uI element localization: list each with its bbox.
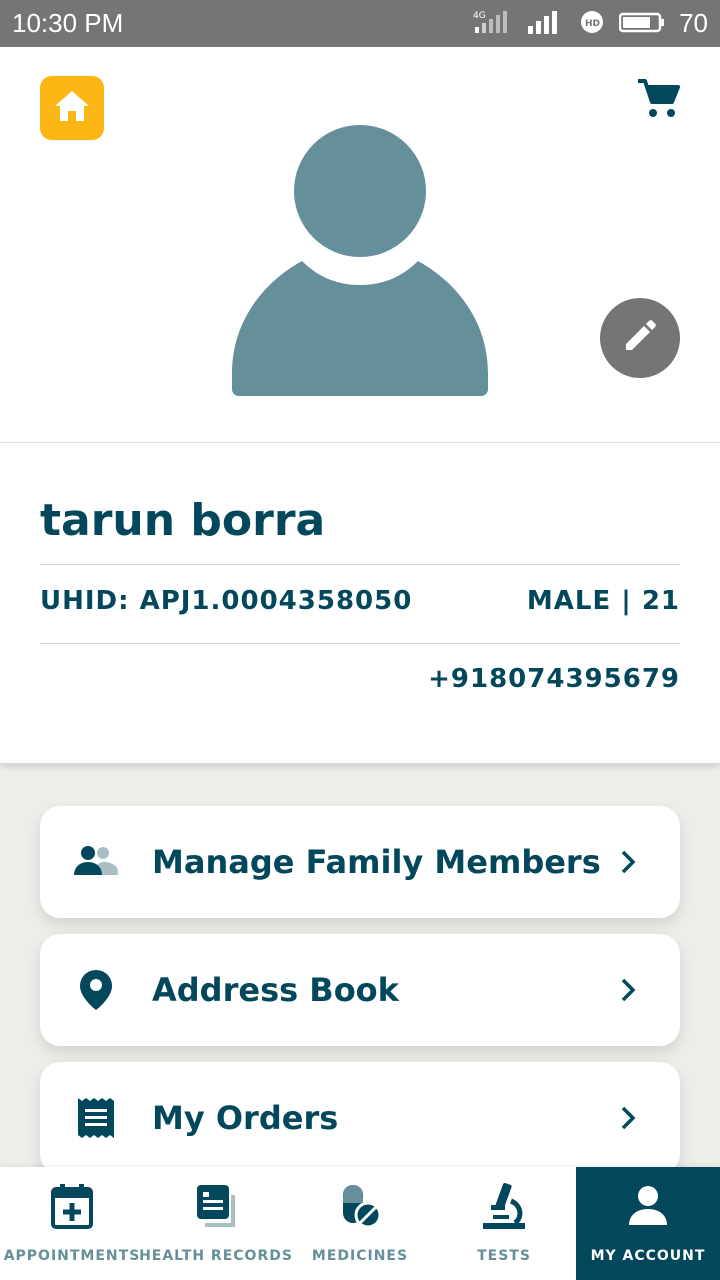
gender-age-text: MALE | 21 xyxy=(526,586,680,616)
microscope-icon xyxy=(479,1181,529,1231)
profile-name: tarun borra xyxy=(40,495,326,546)
menu-item-my-orders[interactable]: My Orders xyxy=(40,1062,680,1174)
menu-item-label: My Orders xyxy=(152,1099,339,1137)
location-pin-icon xyxy=(40,969,152,1011)
receipt-icon xyxy=(40,1097,152,1139)
hd-call-icon: HD xyxy=(579,9,605,39)
uhid-text: UHID: APJ1.0004358050 xyxy=(40,586,413,616)
nav-label: APPOINTMENTS xyxy=(3,1248,141,1264)
home-icon xyxy=(53,89,91,127)
nav-my-account[interactable]: MY ACCOUNT xyxy=(576,1167,720,1280)
svg-text:4G: 4G xyxy=(473,11,486,21)
pills-icon xyxy=(339,1181,381,1231)
avatar xyxy=(230,123,490,397)
cart-button[interactable] xyxy=(630,77,686,125)
nav-label: MEDICINES xyxy=(311,1248,409,1264)
home-button[interactable] xyxy=(40,76,104,140)
divider xyxy=(40,564,680,565)
profile-info-card: tarun borra UHID: APJ1.0004358050 MALE |… xyxy=(0,443,720,763)
battery-icon xyxy=(618,10,665,38)
menu-item-label: Manage Family Members xyxy=(152,843,601,881)
nav-medicines[interactable]: MEDICINES xyxy=(288,1167,432,1280)
nav-label: HEALTH RECORDS xyxy=(139,1248,293,1264)
menu-item-address-book[interactable]: Address Book xyxy=(40,934,680,1046)
user-icon xyxy=(627,1181,669,1231)
status-bar: 10:30 PM 4G HD 70 xyxy=(0,0,720,47)
chevron-right-icon xyxy=(620,977,636,1003)
menu-item-manage-family-members[interactable]: Manage Family Members xyxy=(40,806,680,918)
pencil-icon xyxy=(620,316,660,360)
nav-health-records[interactable]: HEALTH RECORDS xyxy=(139,1167,292,1280)
cart-icon xyxy=(636,78,680,124)
nav-appointments[interactable]: APPOINTMENTS xyxy=(0,1167,144,1280)
divider xyxy=(40,643,680,644)
records-icon xyxy=(195,1181,237,1231)
calendar-plus-icon xyxy=(51,1181,93,1231)
chevron-right-icon xyxy=(620,1105,636,1131)
phone-number: +918074395679 xyxy=(428,664,680,694)
status-time: 10:30 PM xyxy=(12,8,124,38)
svg-text:HD: HD xyxy=(585,19,600,29)
chevron-right-icon xyxy=(620,849,636,875)
edit-profile-button[interactable] xyxy=(600,298,680,378)
network-4g-icon: 4G xyxy=(473,9,513,39)
profile-header xyxy=(0,47,720,443)
signal-icon xyxy=(527,10,565,38)
nav-label: TESTS xyxy=(477,1248,531,1264)
nav-tests[interactable]: TESTS xyxy=(432,1167,576,1280)
battery-level: 70 xyxy=(679,8,708,38)
family-icon xyxy=(40,845,152,879)
status-icons: 4G HD 70 xyxy=(473,8,708,39)
menu-item-label: Address Book xyxy=(152,971,399,1009)
nav-label: MY ACCOUNT xyxy=(590,1248,706,1264)
bottom-navigation: APPOINTMENTS HEALTH RECORDS MEDICINES TE… xyxy=(0,1167,720,1280)
